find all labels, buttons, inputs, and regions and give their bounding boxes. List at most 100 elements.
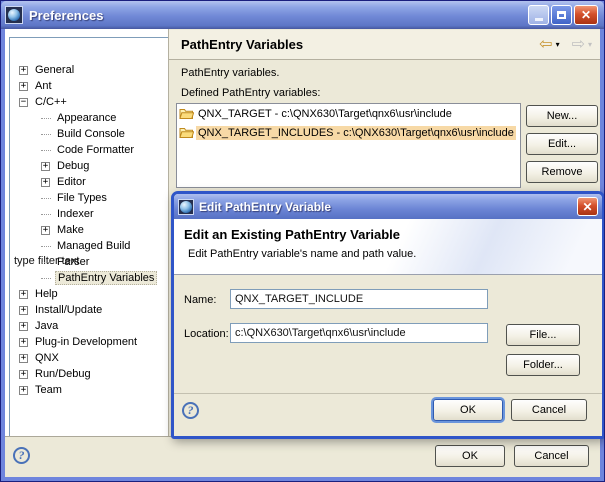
maximize-icon [557,11,566,19]
history-nav: ⇦ ▾ ⇨ ▾ [539,30,592,59]
expand-icon[interactable]: + [19,322,28,331]
expand-icon[interactable]: + [19,370,28,379]
dialog-app-icon [178,199,194,215]
close-icon: ✕ [581,9,591,21]
tree-item-label: C/C++ [33,96,69,108]
name-field[interactable] [230,289,488,309]
tree-item-label: Debug [55,160,91,172]
dialog-separator [174,393,602,394]
tree-item-label: Code Formatter [55,144,136,156]
maximize-button[interactable] [551,5,572,25]
back-icon[interactable]: ⇦ [539,37,552,53]
tree-connector [41,134,51,135]
location-field[interactable] [230,323,488,343]
tree-item-parser[interactable]: Parser [9,254,165,270]
tree-item-file-types[interactable]: File Types [9,190,165,206]
expand-icon[interactable]: + [19,354,28,363]
dialog-body: Name: Location: File... Folder... ? OK C… [174,275,602,436]
cancel-button[interactable]: Cancel [514,445,589,467]
tree-item-editor[interactable]: +Editor [9,174,165,190]
back-dropdown-icon[interactable]: ▾ [556,40,560,49]
tree-item-appearance[interactable]: Appearance [9,110,165,126]
variable-row[interactable]: QNX_TARGET - c:\QNX630\Target\qnx6\usr\i… [177,104,520,123]
tree-item-qnx[interactable]: + QNX [9,350,165,366]
expand-icon[interactable]: + [19,386,28,395]
tree-item-label: Team [33,384,64,396]
tree-item-make[interactable]: + Make [9,222,165,238]
expand-icon[interactable]: + [19,66,28,75]
tree-item-install-update[interactable]: + Install/Update [9,302,165,318]
tree-item-label: Make [55,224,86,236]
variables-list[interactable]: QNX_TARGET - c:\QNX630\Target\qnx6\usr\i… [176,103,521,188]
expand-icon[interactable]: + [41,162,50,171]
preferences-tree: +General+Ant−C/C++AppearanceBuild Consol… [9,62,165,398]
tree-item-team[interactable]: + Team [9,382,165,398]
tree-item-pathentry-variables[interactable]: PathEntry Variables [9,270,165,286]
tree-item-run-debug[interactable]: +Run/Debug [9,366,165,382]
title-bar[interactable]: Preferences ✕ [1,1,604,29]
dialog-title-bar[interactable]: Edit PathEntry Variable ✕ [174,194,602,219]
expand-icon[interactable]: + [19,290,28,299]
dialog-close-button[interactable]: ✕ [577,197,598,216]
help-icon[interactable]: ? [13,447,30,464]
tree-item-label: Plug-in Development [33,336,139,348]
tree-item-indexer[interactable]: Indexer [9,206,165,222]
tree-item-managed-build[interactable]: Managed Build [9,238,165,254]
edit-pathentry-variable-dialog: Edit PathEntry Variable ✕ Edit an Existi… [171,191,605,439]
tree-item-plug-in-development[interactable]: + Plug-in Development [9,334,165,350]
expand-icon[interactable]: + [19,82,28,91]
dialog-ok-button[interactable]: OK [433,399,503,421]
tree-item-label: General [33,64,76,76]
tree-item-label: Install/Update [33,304,104,316]
list-actions: New... Edit... Remove [526,105,598,189]
open-folder-icon [179,107,194,120]
window-controls: ✕ [526,5,598,25]
window-title: Preferences [29,8,103,23]
tree-item-c-c[interactable]: −C/C++ [9,94,165,110]
close-icon: ✕ [582,200,592,214]
tree-item-label: Parser [55,256,91,268]
tree-item-label: Build Console [55,128,127,140]
dialog-heading: Edit an Existing PathEntry Variable [174,219,602,242]
remove-button[interactable]: Remove [526,161,598,183]
file-button[interactable]: File... [506,324,580,346]
folder-button[interactable]: Folder... [506,354,580,376]
tree-connector [41,150,51,151]
ok-button[interactable]: OK [435,445,505,467]
close-button[interactable]: ✕ [574,5,598,25]
expand-icon[interactable]: + [19,338,28,347]
expand-icon[interactable]: + [41,178,50,187]
tree-connector [41,262,51,263]
app-icon [5,6,23,24]
forward-icon: ⇨ [572,37,585,53]
tree-item-help[interactable]: +Help [9,286,165,302]
tree-item-label: Managed Build [55,240,132,252]
tree-item-code-formatter[interactable]: Code Formatter [9,142,165,158]
tree-item-label: Appearance [55,112,118,124]
collapse-icon[interactable]: − [19,98,28,107]
tree-item-label: QNX [33,352,61,364]
expand-icon[interactable]: + [19,306,28,315]
page-title: PathEntry Variables [181,37,303,52]
dialog-header-banner: Edit an Existing PathEntry Variable Edit… [174,219,602,275]
tree-item-java[interactable]: +Java [9,318,165,334]
tree-connector [41,278,51,279]
dialog-cancel-button[interactable]: Cancel [511,399,587,421]
expand-icon[interactable]: + [41,226,50,235]
tree-item-label: File Types [55,192,109,204]
variable-row[interactable]: QNX_TARGET_INCLUDES - c:\QNX630\Target\q… [177,123,520,142]
new-button[interactable]: New... [526,105,598,127]
page-header: PathEntry Variables ⇦ ▾ ⇨ ▾ [169,30,600,60]
window-footer: ? OK Cancel [5,436,600,477]
minimize-button[interactable] [528,5,549,25]
name-label: Name: [184,294,216,306]
tree-connector [41,198,51,199]
tree-item-build-console[interactable]: Build Console [9,126,165,142]
tree-connector [41,246,51,247]
tree-item-ant[interactable]: +Ant [9,78,165,94]
tree-item-debug[interactable]: + Debug [9,158,165,174]
tree-item-general[interactable]: + General [9,62,165,78]
tree-item-label: PathEntry Variables [55,271,157,285]
dialog-help-icon[interactable]: ? [182,402,199,419]
edit-button[interactable]: Edit... [526,133,598,155]
